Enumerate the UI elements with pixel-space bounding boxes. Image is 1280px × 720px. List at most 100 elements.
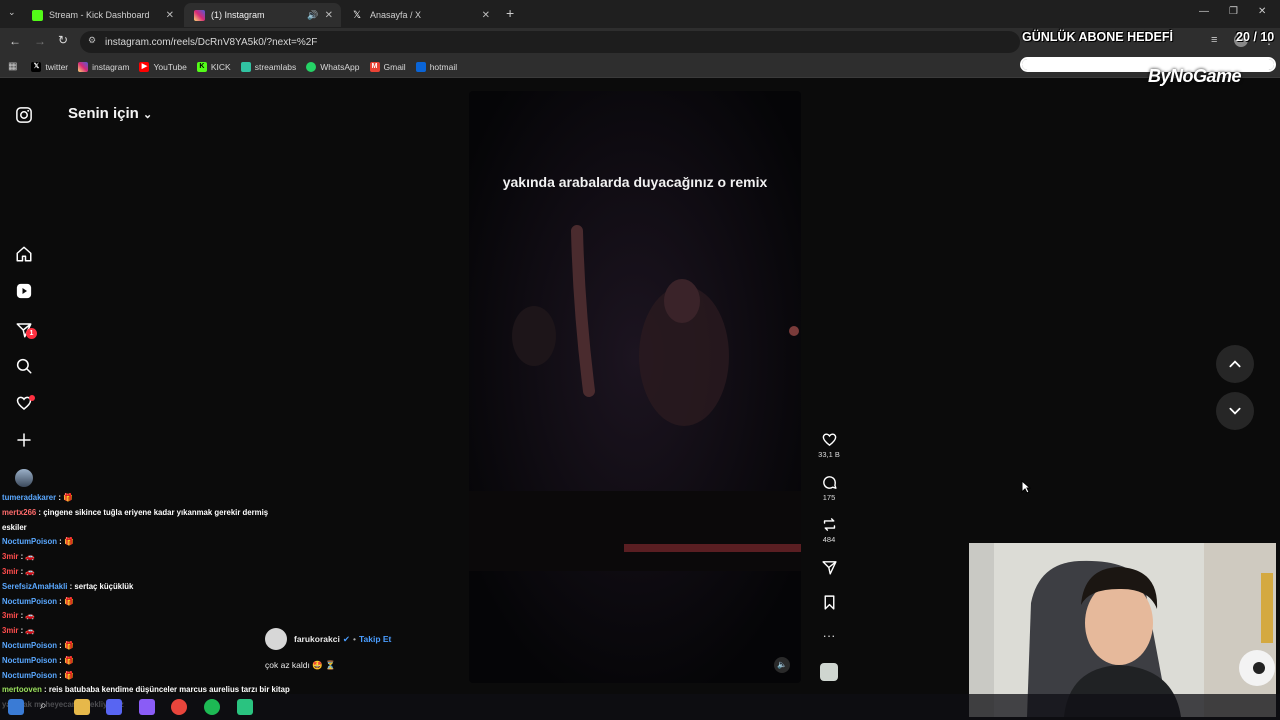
- previous-reel-button[interactable]: [1216, 345, 1254, 383]
- close-tab-icon[interactable]: ✕: [166, 10, 174, 21]
- like-button[interactable]: 33,1 B: [812, 431, 846, 459]
- comment-button[interactable]: 175: [812, 474, 846, 502]
- chat-username[interactable]: NoctumPoison: [2, 597, 57, 606]
- reel-video[interactable]: yakında arabalarda duyacağınız o remix 🔈: [469, 91, 801, 683]
- stream-chat: tumeradakarer : 🎁 mertx266 : çingene siki…: [2, 491, 292, 713]
- close-window-button[interactable]: ✕: [1258, 6, 1266, 17]
- next-reel-button[interactable]: [1216, 392, 1254, 430]
- chat-text: 🚗: [25, 611, 36, 621]
- chat-separator: :: [57, 537, 64, 547]
- chat-separator: :: [57, 640, 64, 650]
- tab-search-icon[interactable]: ⌄: [8, 7, 16, 18]
- bookmark-kick[interactable]: K KICK: [196, 61, 231, 72]
- audio-thumbnail[interactable]: [820, 663, 838, 681]
- windows-taskbar: ⌕: [0, 694, 1280, 720]
- activity-dot: [29, 395, 35, 401]
- bookmark-hotmail[interactable]: hotmail: [415, 61, 457, 72]
- new-tab-button[interactable]: +: [506, 5, 514, 21]
- minimize-button[interactable]: —: [1199, 6, 1209, 17]
- webcam-image: [969, 543, 1276, 717]
- feed-title: Senin için: [68, 105, 139, 122]
- verified-badge-icon: ✔: [342, 633, 350, 644]
- reload-icon[interactable]: ↻: [58, 33, 68, 47]
- reels-icon[interactable]: [15, 282, 33, 300]
- bookmark-label: YouTube: [153, 61, 187, 72]
- search-icon[interactable]: [15, 357, 33, 375]
- spotify-icon[interactable]: [204, 699, 220, 715]
- kick-favicon-icon: [32, 9, 43, 21]
- chat-username[interactable]: NoctumPoison: [2, 537, 57, 546]
- bookmark-streamlabs[interactable]: streamlabs: [240, 61, 296, 72]
- like-count: 33,1 B: [818, 450, 840, 459]
- chat-message: NoctumPoison : 🎁: [2, 669, 292, 684]
- comment-icon: [822, 476, 837, 489]
- x-favicon-icon: 𝕏: [353, 9, 362, 21]
- chat-message: 3mir : 🚗: [2, 624, 292, 639]
- chrome-icon[interactable]: [171, 699, 187, 715]
- instagram-logo-icon[interactable]: [15, 106, 33, 124]
- chat-text: 🚗: [25, 552, 36, 562]
- close-tab-icon[interactable]: ✕: [482, 10, 490, 21]
- chat-username[interactable]: SerefsizAmaHakli: [2, 582, 67, 591]
- more-options-button[interactable]: ···: [812, 628, 846, 643]
- chevron-down-icon: ⌄: [143, 109, 153, 121]
- bookmark-twitter[interactable]: 𝕏twitter: [31, 61, 69, 72]
- bookmark-label: instagram: [92, 61, 130, 72]
- chat-text: 🎁: [63, 537, 74, 547]
- file-explorer-icon[interactable]: [74, 699, 90, 715]
- back-icon[interactable]: ←: [9, 34, 21, 48]
- search-icon[interactable]: ⌕: [40, 698, 56, 714]
- chat-username[interactable]: 3mir: [2, 611, 18, 620]
- tab-kick-dashboard[interactable]: Stream - Kick Dashboard ✕: [22, 3, 182, 27]
- chat-message: SerefsizAmaHakli : sertaç küçüklük: [2, 580, 292, 595]
- chat-username[interactable]: mertooven: [2, 685, 42, 694]
- bookmark-label: KICK: [210, 61, 231, 72]
- chat-username[interactable]: NoctumPoison: [2, 671, 57, 680]
- app-icon[interactable]: [106, 699, 122, 715]
- feed-selector[interactable]: Senin için ⌄: [68, 105, 152, 122]
- bookmark-youtube[interactable]: ▶ YouTube: [139, 61, 187, 72]
- chat-username[interactable]: 3mir: [2, 567, 18, 576]
- site-info-icon[interactable]: ⚙: [88, 35, 96, 46]
- bookmark-whatsapp[interactable]: WhatsApp: [306, 61, 360, 72]
- profile-avatar[interactable]: [15, 469, 33, 487]
- tab-instagram[interactable]: (1) Instagram 🔊 ✕: [184, 3, 341, 27]
- save-button[interactable]: [812, 594, 846, 613]
- follow-button[interactable]: Takip Et: [359, 634, 391, 644]
- chat-username[interactable]: tumeradakarer: [2, 493, 56, 502]
- share-button[interactable]: [812, 559, 846, 578]
- x-icon: 𝕏: [31, 61, 42, 72]
- streamlabs-icon[interactable]: [237, 699, 253, 715]
- chat-username[interactable]: NoctumPoison: [2, 641, 57, 650]
- apps-grid-icon[interactable]: ▦: [8, 61, 17, 72]
- bookmark-instagram[interactable]: instagram: [78, 61, 130, 72]
- notification-badge: 1: [26, 328, 37, 339]
- chat-username[interactable]: 3mir: [2, 552, 18, 561]
- start-icon[interactable]: [8, 699, 24, 715]
- chat-message: 3mir : 🚗: [2, 550, 292, 565]
- chat-text: 🎁: [63, 596, 74, 606]
- bookmark-label: twitter: [45, 61, 69, 72]
- app-icon[interactable]: [139, 699, 155, 715]
- forward-icon[interactable]: →: [34, 34, 46, 48]
- tab-title: (1) Instagram: [211, 10, 265, 20]
- bookmark-icon: [824, 595, 834, 610]
- chat-username[interactable]: NoctumPoison: [2, 656, 57, 665]
- address-bar[interactable]: ⚙ instagram.com/reels/DcRnV8YA5k0/?next=…: [80, 31, 1020, 53]
- restore-button[interactable]: ❐: [1229, 6, 1238, 17]
- repost-button[interactable]: 484: [812, 516, 846, 544]
- speaker-icon[interactable]: 🔊: [307, 10, 318, 21]
- tab-x-home[interactable]: 𝕏 Anasayfa / X ✕: [343, 3, 498, 27]
- youtube-icon: ▶: [139, 61, 150, 72]
- create-plus-icon[interactable]: [15, 431, 33, 449]
- mute-icon[interactable]: 🔈: [774, 657, 790, 673]
- chat-username[interactable]: mertx266: [2, 508, 36, 517]
- chat-message: 3mir : 🚗: [2, 609, 292, 624]
- bookmark-gmail[interactable]: M Gmail: [369, 61, 406, 72]
- author-name[interactable]: farukorakci: [294, 634, 340, 644]
- chat-username[interactable]: 3mir: [2, 626, 18, 635]
- close-tab-icon[interactable]: ✕: [325, 10, 333, 21]
- chevron-down-icon: [1229, 407, 1241, 415]
- media-control-icon[interactable]: ≡: [1211, 34, 1217, 46]
- home-icon[interactable]: [15, 245, 33, 263]
